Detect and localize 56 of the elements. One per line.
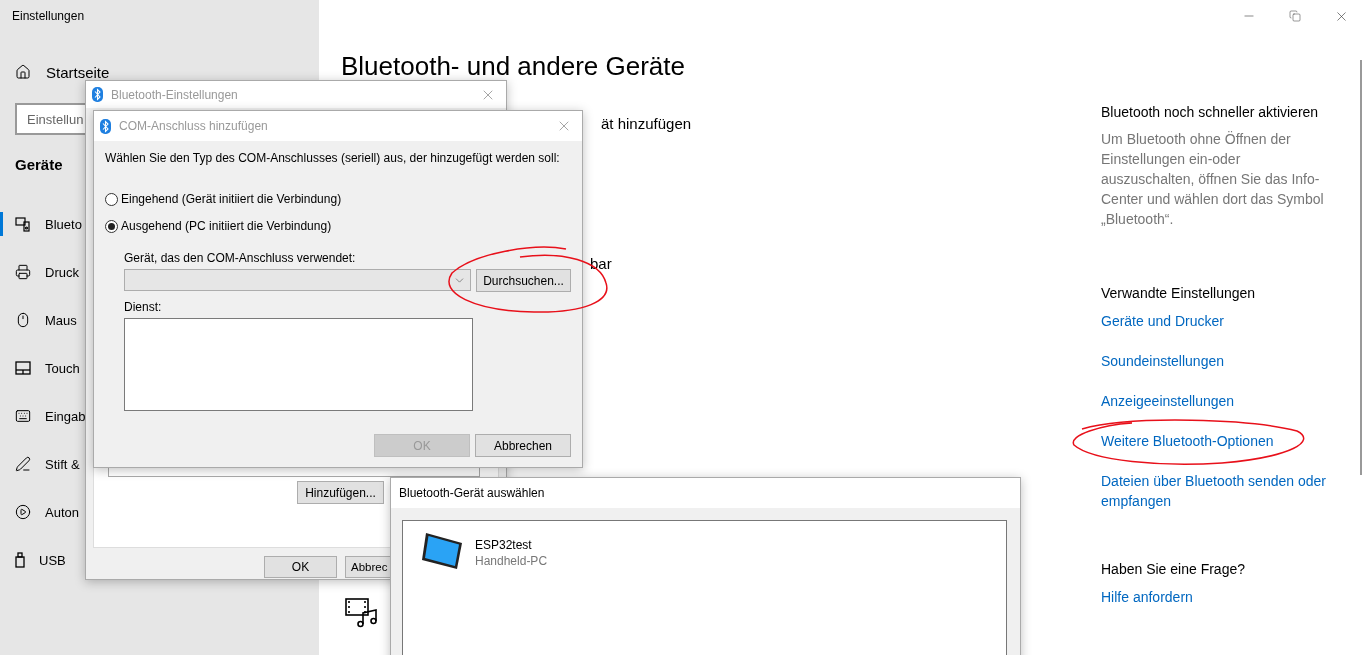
mouse-icon — [15, 312, 31, 328]
cancel-button[interactable]: Abbrechen — [475, 434, 571, 457]
radio-button[interactable] — [105, 192, 118, 206]
settings-link[interactable]: Weitere Bluetooth-Optionen — [1101, 431, 1274, 451]
bluetooth-icon — [100, 118, 111, 134]
app-title: Einstellungen — [11, 8, 86, 25]
dialog-title: Bluetooth-Einstellungen — [111, 87, 239, 102]
section-heading: Haben Sie eine Frage? — [1101, 560, 1246, 579]
section-heading: Verwandte Einstellungen — [1101, 284, 1257, 303]
home-link[interactable]: Startseite — [46, 63, 110, 81]
service-list[interactable] — [124, 318, 473, 411]
settings-link[interactable]: Soundeinstellungen — [1101, 351, 1224, 371]
pen-icon — [15, 456, 31, 472]
radio-button[interactable] — [105, 219, 118, 233]
dialog-title: COM-Anschluss hinzufügen — [119, 119, 269, 133]
field-label: Gerät, das den COM-Anschluss verwendet: — [124, 250, 357, 266]
page-title: Bluetooth- und andere Geräte — [341, 50, 686, 83]
nav-item[interactable]: Stift & — [45, 456, 80, 472]
device-type: Handheld-PC — [475, 553, 548, 569]
nav-item[interactable]: Druck — [45, 264, 79, 280]
dialog-prompt: Wählen Sie den Typ des COM-Anschlusses (seriell) aus, der hinzugefügt werden soll: — [105, 150, 561, 166]
touchpad-icon — [15, 361, 31, 375]
info-paragraph: Um Bluetooth ohne Öffnen der Einstellungen ein-oder auszuschalten, öffnen Sie das Info-Center und wählen dort das Symbol „Bluetooth“. — [1101, 130, 1325, 229]
settings-link[interactable]: Anzeigeeinstellungen — [1101, 391, 1235, 411]
settings-link[interactable]: Dateien über Bluetooth senden oder empfangen — [1101, 471, 1331, 511]
devices-icon — [15, 216, 31, 232]
scroll-bar[interactable] — [1360, 60, 1362, 475]
setting-text: ät hinzufügen — [601, 114, 693, 134]
home-icon — [15, 64, 31, 80]
device-name[interactable]: ESP32test — [475, 537, 548, 553]
add-button[interactable]: Hinzufügen... — [297, 481, 384, 504]
film-music-icon — [345, 598, 379, 628]
nav-item[interactable]: USB — [39, 552, 66, 568]
nav-item[interactable]: Eingab — [45, 408, 86, 424]
nav-item[interactable]: Maus — [45, 312, 77, 328]
section-heading: Bluetooth noch schneller aktivieren — [1101, 103, 1320, 122]
section-title: Geräte — [14, 155, 63, 175]
usb-stick-icon — [15, 552, 25, 568]
field-label: Dienst: — [124, 299, 163, 315]
keyboard-icon — [15, 408, 31, 424]
bluetooth-icon — [92, 87, 103, 102]
tablet-icon — [421, 531, 463, 571]
radio-label: Eingehend (Gerät initiiert die Verbindung) — [121, 191, 342, 207]
dialog-title: Bluetooth-Gerät auswählen — [399, 486, 546, 500]
settings-link[interactable]: Geräte und Drucker — [1101, 311, 1224, 331]
ok-button[interactable]: OK — [264, 556, 337, 578]
browse-button[interactable]: Durchsuchen... — [476, 269, 571, 292]
printer-icon — [15, 264, 31, 280]
play-circle-icon — [15, 504, 31, 520]
setting-text: bar — [590, 254, 613, 274]
nav-item[interactable]: Touch — [45, 360, 80, 376]
restore-icon[interactable] — [1289, 10, 1301, 22]
radio-label: Ausgehend (PC initiiert die Verbindung) — [121, 218, 332, 234]
settings-link[interactable]: Hilfe anfordern — [1101, 587, 1193, 607]
nav-item[interactable]: Auton — [45, 504, 79, 520]
nav-item[interactable]: Blueto — [45, 216, 82, 232]
